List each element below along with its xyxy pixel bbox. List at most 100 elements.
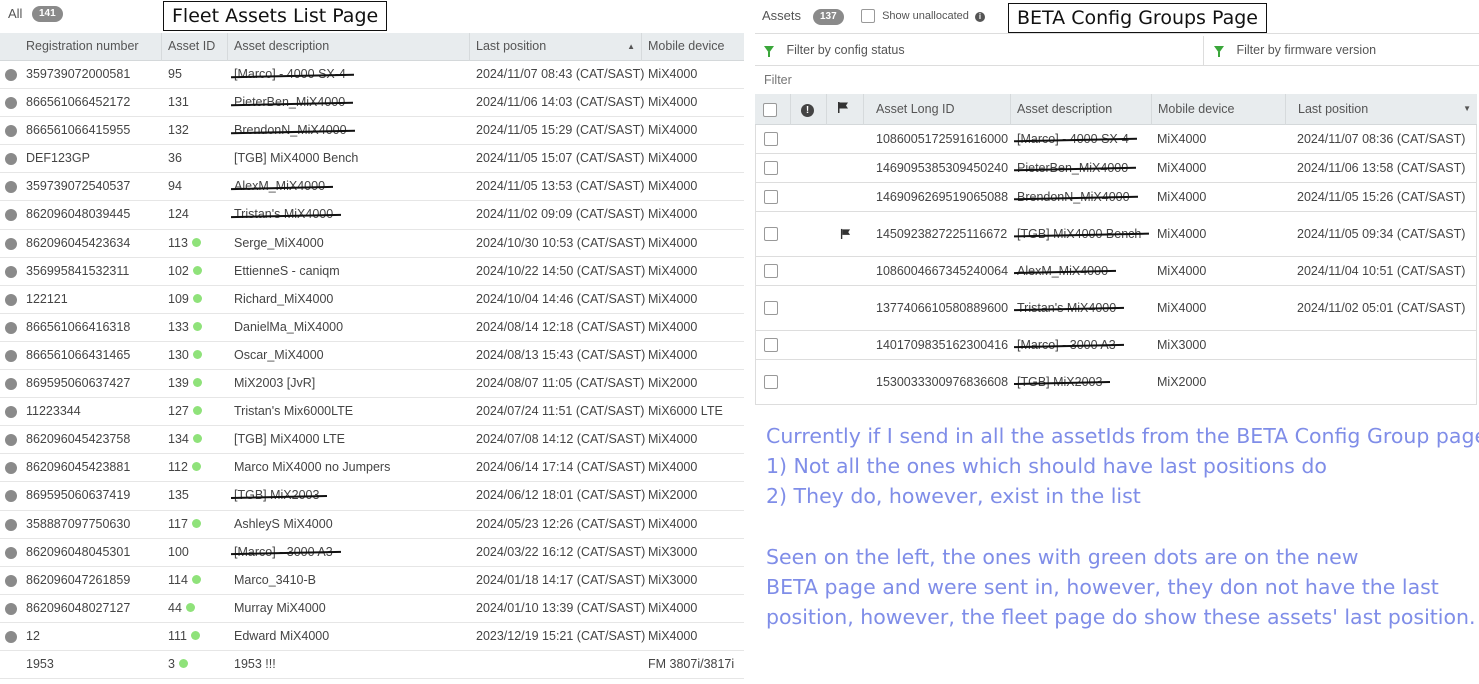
asset-description[interactable]: 1953 !!! — [234, 651, 276, 678]
filter-config-status[interactable]: Filter by config status — [764, 36, 905, 66]
row-checkbox[interactable] — [764, 264, 778, 278]
table-row[interactable]: 869595060637419 135 [TGB] MiX2003 2024/06/1… — [0, 482, 744, 511]
asset-description[interactable]: [Marco] - 4000 SX-4 — [234, 61, 346, 88]
asset-description[interactable]: Marco MiX4000 no Jumpers — [234, 454, 390, 481]
table-row[interactable]: 862096048039445 124 Tristan's MiX4000 2024/… — [0, 201, 744, 230]
asset-description[interactable]: [Marco] - 4000 SX-4 — [1017, 125, 1129, 153]
row-checkbox[interactable] — [764, 161, 778, 175]
table-row[interactable]: 862096047261859 114 Marco_3410-B 2024/01/18… — [0, 567, 744, 595]
table-row[interactable]: DEF123GP 36 [TGB] MiX4000 Bench 2024/11/05 … — [0, 145, 744, 174]
table-row[interactable]: 862096045423758 134 [TGB] MiX4000 LTE 2024/… — [0, 426, 744, 455]
sort-descending-icon[interactable]: ▼ — [1463, 94, 1471, 124]
table-row[interactable]: 862096045423634 113 Serge_MiX4000 2024/10/3… — [0, 230, 744, 258]
col-asset-description[interactable]: Asset description — [1011, 94, 1152, 125]
table-row[interactable]: 1530033300976836608 [TGB] MiX2003 MiX2000 — [756, 360, 1476, 405]
table-row[interactable]: 359739072000581 95 [Marco] - 4000 SX-4 2024… — [0, 61, 744, 90]
filter-divider — [1203, 36, 1204, 66]
asset-description[interactable]: PieterBen_MiX4000 — [1017, 154, 1128, 182]
table-row[interactable]: 356995841532311 102 EttienneS - caniqm 2024… — [0, 258, 744, 286]
show-unallocated-toggle[interactable]: Show unallocated i — [861, 9, 985, 23]
table-row[interactable]: 866561066416318 133 DanielMa_MiX4000 2024/0… — [0, 314, 744, 342]
col-status[interactable]: ! — [791, 94, 827, 125]
table-row[interactable]: 866561066415955 132 BrendonN_MiX4000 2024/1… — [0, 117, 744, 146]
row-checkbox[interactable] — [764, 190, 778, 204]
mobile-device: MiX4000 — [648, 432, 698, 447]
asset-description[interactable]: AlexM_MiX4000 — [1017, 257, 1108, 285]
table-row[interactable]: 358887097750630 117 AshleyS MiX4000 2024/05… — [0, 511, 744, 539]
asset-description[interactable]: Serge_MiX4000 — [234, 230, 324, 257]
table-row[interactable]: 12 111 Edward MiX4000 2023/12/19 15:21 (CAT… — [0, 623, 744, 651]
table-row[interactable]: 1450923827225116672 [TGB] MiX4000 Bench Mi… — [756, 212, 1476, 257]
table-row[interactable]: 862096048027127 44 Murray MiX4000 2024/01/1… — [0, 595, 744, 623]
asset-description[interactable]: PieterBen_MiX4000 — [234, 89, 345, 116]
col-asset-description[interactable]: Asset description — [228, 33, 470, 61]
asset-description[interactable]: Marco_3410-B — [234, 567, 316, 594]
asset-description[interactable]: [Marco] - 3000 A3 — [234, 539, 333, 566]
row-checkbox[interactable] — [764, 132, 778, 146]
asset-description[interactable]: DanielMa_MiX4000 — [234, 314, 343, 341]
asset-description[interactable]: BrendonN_MiX4000 — [1017, 183, 1130, 211]
table-row[interactable]: 1377406610580889600 Tristan's MiX4000 MiX4… — [756, 286, 1476, 331]
show-unallocated-checkbox[interactable] — [861, 9, 875, 23]
sort-ascending-icon[interactable]: ▲ — [627, 33, 635, 60]
asset-id-cell: 109 — [168, 286, 202, 313]
table-row[interactable]: 359739072540537 94 AlexM_MiX4000 2024/11/05… — [0, 173, 744, 202]
asset-description[interactable]: AshleyS MiX4000 — [234, 511, 333, 538]
table-row[interactable]: 866561066452172 131 PieterBen_MiX4000 2024/… — [0, 89, 744, 118]
asset-description[interactable]: [TGB] MiX2003 — [234, 482, 319, 509]
asset-description[interactable]: Tristan's Mix6000LTE — [234, 398, 353, 425]
row-checkbox[interactable] — [764, 301, 778, 315]
col-flag[interactable] — [827, 94, 864, 125]
asset-description[interactable]: Edward MiX4000 — [234, 623, 329, 650]
table-row[interactable]: 122121 109 Richard_MiX4000 2024/10/04 14:46… — [0, 286, 744, 314]
asset-id-cell: 130 — [168, 342, 202, 369]
asset-description[interactable]: [TGB] MiX4000 Bench — [234, 145, 358, 172]
table-row[interactable]: 862096045423881 112 Marco MiX4000 no Jumpe… — [0, 454, 744, 483]
mobile-device: MiX3000 — [648, 544, 698, 559]
asset-description[interactable]: MiX2003 [JvR] — [234, 370, 315, 397]
row-checkbox[interactable] — [764, 227, 778, 241]
asset-description[interactable]: [TGB] MiX4000 LTE — [234, 426, 345, 453]
all-tab[interactable]: All — [8, 6, 22, 21]
col-last-position[interactable]: Last position ▼ — [1292, 94, 1477, 125]
last-position: 2024/01/18 14:17 (CAT/SAST) — [476, 572, 646, 587]
col-mobile-device[interactable]: Mobile device — [1152, 94, 1286, 125]
asset-description[interactable]: Richard_MiX4000 — [234, 286, 333, 313]
table-row[interactable]: 1086004667345240064 AlexM_MiX4000 MiX4000 2… — [756, 257, 1476, 286]
info-icon[interactable]: i — [974, 11, 985, 22]
table-row[interactable]: 11223344 127 Tristan's Mix6000LTE 2024/07/2… — [0, 398, 744, 427]
sent-indicator-dot — [178, 658, 188, 668]
asset-description[interactable]: [TGB] MiX4000 Bench — [1017, 212, 1141, 256]
asset-description[interactable]: EttienneS - caniqm — [234, 258, 340, 285]
row-checkbox[interactable] — [764, 338, 778, 352]
select-all-checkbox[interactable] — [763, 102, 777, 117]
mobile-device: MiX4000 — [1157, 301, 1207, 315]
asset-description[interactable]: Tristan's MiX4000 — [234, 201, 333, 228]
col-asset-id[interactable]: Asset ID — [162, 33, 228, 61]
filter-input[interactable] — [755, 67, 1479, 94]
asset-description[interactable]: Murray MiX4000 — [234, 595, 326, 622]
col-registration-number[interactable]: Registration number — [20, 33, 162, 61]
table-row[interactable]: 1953 3 1953 !!! FM 3807i/3817i — [0, 651, 744, 680]
col-select-all[interactable] — [755, 94, 791, 125]
explanation-note: Currently if I send in all the assetIds … — [766, 421, 1479, 632]
table-row[interactable]: 1469096269519065088 BrendonN_MiX4000 MiX40… — [756, 183, 1476, 212]
col-asset-long-id[interactable]: Asset Long ID — [870, 94, 1011, 125]
asset-description[interactable]: AlexM_MiX4000 — [234, 173, 325, 200]
asset-description[interactable]: BrendonN_MiX4000 — [234, 117, 347, 144]
asset-id-cell: 102 — [168, 258, 202, 285]
table-row[interactable]: 1086005172591616000 [Marco] - 4000 SX-4 Mi… — [756, 125, 1476, 154]
asset-description[interactable]: Tristan's MiX4000 — [1017, 286, 1116, 330]
filter-firmware-version[interactable]: Filter by firmware version — [1214, 36, 1376, 66]
asset-description[interactable]: Oscar_MiX4000 — [234, 342, 324, 369]
col-mobile-device[interactable]: Mobile device — [642, 33, 744, 61]
table-row[interactable]: 1401709835162300416 [Marco] - 3000 A3 MiX3… — [756, 331, 1476, 360]
asset-description[interactable]: [Marco] - 3000 A3 — [1017, 331, 1116, 359]
asset-description[interactable]: [TGB] MiX2003 — [1017, 360, 1102, 404]
table-row[interactable]: 1469095385309450240 PieterBen_MiX4000 MiX4… — [756, 154, 1476, 183]
col-last-position[interactable]: Last position ▲ — [470, 33, 642, 61]
table-row[interactable]: 866561066431465 130 Oscar_MiX4000 2024/08/1… — [0, 342, 744, 371]
table-row[interactable]: 869595060637427 139 MiX2003 [JvR] 2024/08/0… — [0, 370, 744, 399]
table-row[interactable]: 862096048045301 100 [Marco] - 3000 A3 2024/… — [0, 539, 744, 567]
row-checkbox[interactable] — [764, 375, 778, 389]
